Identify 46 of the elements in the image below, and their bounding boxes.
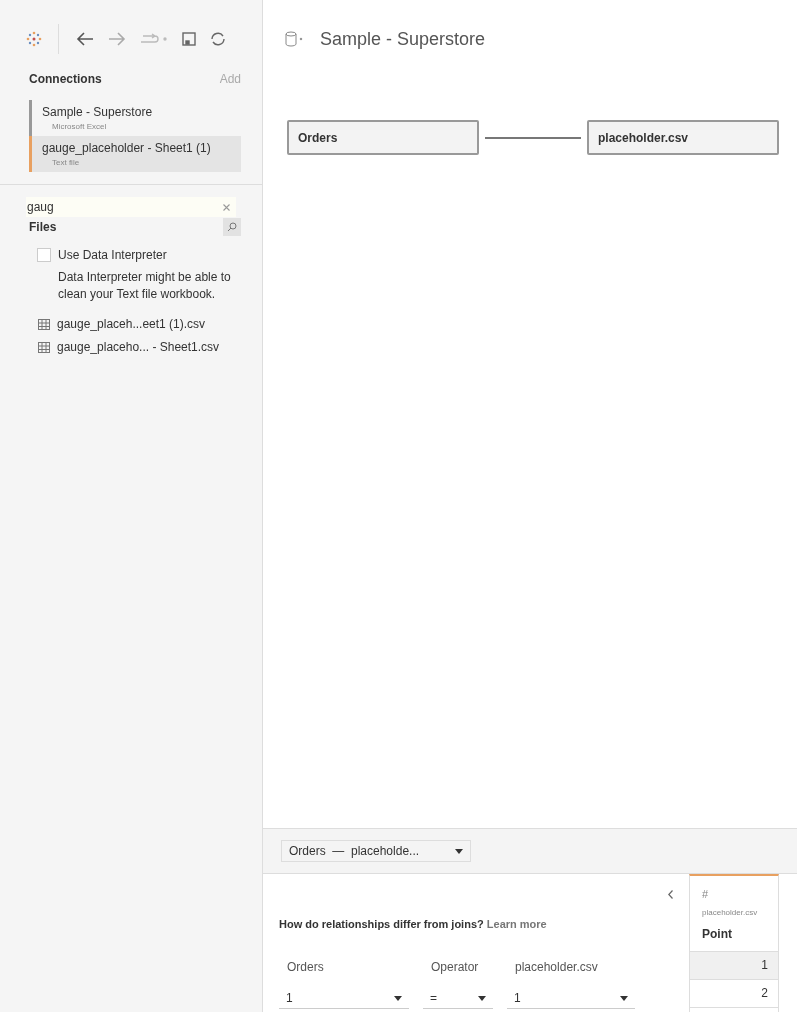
caret-icon: [394, 995, 402, 1001]
table-icon: [38, 318, 50, 330]
logo-icon[interactable]: [26, 31, 42, 47]
table-cell: 1: [690, 951, 778, 980]
file-item[interactable]: gauge_placeho... - Sheet1.csv: [57, 338, 220, 356]
column-source: placeholder.csv: [702, 906, 759, 919]
section-title: Connections: [29, 71, 102, 88]
redo-icon[interactable]: [139, 32, 169, 46]
table-icon: [38, 341, 50, 353]
caret-icon: [455, 848, 463, 854]
data-source-title[interactable]: Sample - Superstore: [320, 25, 486, 53]
help-text: How do relationships differ from joins?: [279, 918, 484, 930]
refresh-icon[interactable]: [209, 30, 227, 48]
field-dropdown[interactable]: =: [423, 988, 493, 1009]
field-dropdown[interactable]: 1: [279, 988, 409, 1009]
search-field[interactable]: gaug: [26, 197, 236, 217]
learn-more-link[interactable]: Learn more: [486, 918, 547, 930]
save-icon[interactable]: [181, 31, 197, 47]
relationship-dropdown[interactable]: Orders — placeholde...: [281, 840, 471, 862]
relationship-line[interactable]: [485, 136, 581, 139]
caret-icon: [478, 995, 486, 1001]
connection-name: Sample - Superstore: [42, 104, 154, 121]
table-node[interactable]: Orders: [287, 120, 479, 155]
search-icon[interactable]: [223, 218, 241, 236]
clear-icon[interactable]: [223, 203, 230, 211]
connection-name: gauge_placeholder - Sheet1 (1): [42, 140, 212, 157]
field-label: Orders: [286, 958, 325, 976]
forward-icon[interactable]: [107, 30, 127, 48]
column-header: Point: [702, 925, 733, 943]
section-title: Files: [29, 219, 57, 236]
back-icon[interactable]: [75, 30, 95, 48]
file-item[interactable]: gauge_placeh...eet1 (1).csv: [57, 315, 206, 333]
field-label: Operator: [430, 958, 480, 976]
interpreter-note: Data Interpreter might be able to clean your Text file workbook.: [58, 269, 232, 303]
number-type-icon[interactable]: #: [702, 886, 778, 903]
field-label: placeholder.csv: [514, 958, 599, 976]
database-icon[interactable]: [285, 31, 305, 47]
field-dropdown[interactable]: 1: [507, 988, 635, 1009]
caret-icon: [620, 995, 628, 1001]
table-node[interactable]: placeholder.csv: [587, 120, 779, 155]
connection-type: Microsoft Excel: [51, 121, 108, 133]
collapse-icon[interactable]: [668, 890, 673, 899]
checkbox[interactable]: [37, 248, 51, 262]
connection-item[interactable]: gauge_placeholder - Sheet1 (1) Text file: [29, 136, 241, 172]
checkbox-label: Use Data Interpreter: [58, 247, 167, 264]
connection-type: Text file: [51, 157, 81, 169]
